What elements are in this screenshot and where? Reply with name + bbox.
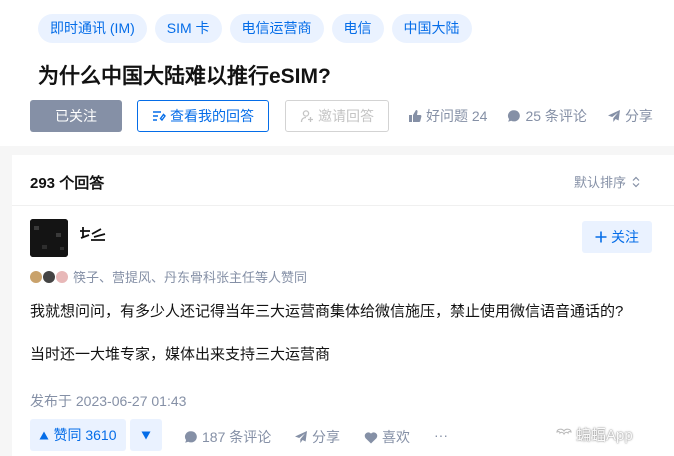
question-header: 即时通讯 (IM) SIM 卡 电信运营商 电信 中国大陆 为什么中国大陆难以推… bbox=[0, 0, 674, 146]
view-my-answer-label: 查看我的回答 bbox=[170, 108, 254, 124]
voters-text: 筷子、营提风、丹东骨科张主任等人赞同 bbox=[73, 270, 308, 285]
voter-avatars bbox=[30, 270, 68, 283]
invite-answer-button[interactable]: 邀请回答 bbox=[285, 100, 389, 132]
question-comments-label: 25 条评论 bbox=[525, 108, 587, 124]
view-my-answer-button[interactable]: 查看我的回答 bbox=[137, 100, 269, 132]
invite-answer-label: 邀请回答 bbox=[318, 108, 374, 124]
triangle-up-icon bbox=[39, 431, 49, 439]
like-button[interactable]: 喜欢 bbox=[364, 427, 410, 447]
topic-tag[interactable]: SIM 卡 bbox=[154, 14, 222, 43]
follow-author-button[interactable]: 关注 bbox=[582, 221, 652, 253]
triangle-down-icon bbox=[141, 431, 151, 439]
answer-more-button[interactable]: ··· bbox=[434, 427, 448, 443]
watermark-logo-icon bbox=[556, 428, 572, 435]
question-actions: 已关注 查看我的回答 邀请回答 好问题 24 25 条评论 分享 · bbox=[30, 100, 674, 132]
sort-dropdown[interactable]: 默认排序 bbox=[574, 172, 640, 191]
topic-tag[interactable]: 电信运营商 bbox=[229, 14, 324, 43]
sort-label: 默认排序 bbox=[574, 175, 627, 190]
answer-share-label: 分享 bbox=[312, 429, 340, 445]
topic-tag[interactable]: 即时通讯 (IM) bbox=[38, 14, 147, 43]
topic-tag[interactable]: 电信 bbox=[331, 14, 384, 43]
answer-paragraph: 当时还一大堆专家，媒体出来支持三大运营商 bbox=[30, 346, 331, 363]
edit-list-icon bbox=[153, 111, 166, 122]
sort-toggle-icon bbox=[632, 176, 640, 187]
answer-comments-button[interactable]: 187 条评论 bbox=[184, 427, 271, 447]
voter-avatar bbox=[56, 270, 68, 283]
comment-icon bbox=[184, 431, 197, 443]
good-question-label: 好问题 24 bbox=[426, 108, 488, 124]
voter-avatar bbox=[30, 270, 42, 283]
share-plane-icon bbox=[295, 431, 307, 443]
redacted-avatar-icon bbox=[30, 219, 68, 257]
answer-more-label: ··· bbox=[434, 427, 448, 443]
upvote-label: 赞同 3610 bbox=[53, 427, 117, 443]
avatar[interactable] bbox=[30, 219, 68, 257]
topic-tag[interactable]: 中国大陆 bbox=[391, 14, 472, 43]
answer-count: 293 个回答 bbox=[30, 175, 105, 192]
like-label: 喜欢 bbox=[382, 429, 410, 445]
answer-paragraph: 我就想问问，有多少人还记得当年三大运营商集体给微信施压，禁止使用微信语音通话的? bbox=[30, 303, 624, 320]
answers-list: 293 个回答 默认排序 关注 筷子、营提风、丹东骨科张主任等人赞同 我就想问问… bbox=[12, 155, 674, 456]
author-name-scribble[interactable] bbox=[78, 225, 108, 243]
question-comments-button[interactable]: 25 条评论 bbox=[507, 106, 587, 126]
plus-icon bbox=[595, 231, 607, 243]
add-user-icon bbox=[300, 110, 313, 123]
answer-share-button[interactable]: 分享 bbox=[294, 427, 340, 447]
share-plane-icon bbox=[607, 110, 620, 122]
topic-tags: 即时通讯 (IM) SIM 卡 电信运营商 电信 中国大陆 bbox=[38, 14, 472, 43]
voters-line[interactable]: 筷子、营提风、丹东骨科张主任等人赞同 bbox=[30, 267, 307, 286]
divider bbox=[12, 205, 674, 206]
good-question-button[interactable]: 好问题 24 bbox=[408, 106, 487, 126]
follow-label: 关注 bbox=[611, 229, 639, 245]
upvote-button[interactable]: 赞同 3610 bbox=[30, 419, 126, 451]
followed-button[interactable]: 已关注 bbox=[30, 100, 122, 132]
voter-avatar bbox=[43, 270, 55, 283]
followed-label: 已关注 bbox=[55, 108, 97, 124]
answer-comments-label: 187 条评论 bbox=[202, 429, 272, 445]
watermark-text: 蝙蝠App bbox=[576, 427, 633, 444]
question-share-button[interactable]: 分享 bbox=[607, 106, 653, 126]
thumb-up-icon bbox=[409, 110, 422, 122]
comment-icon bbox=[508, 110, 521, 122]
watermark: 蝙蝠App bbox=[556, 424, 633, 445]
downvote-button[interactable] bbox=[130, 419, 162, 451]
author-signature-icon bbox=[80, 227, 106, 241]
question-share-label: 分享 bbox=[624, 108, 653, 124]
question-title[interactable]: 为什么中国大陆难以推行eSIM? bbox=[38, 60, 331, 90]
heart-icon bbox=[364, 431, 378, 443]
publish-date[interactable]: 发布于 2023-06-27 01:43 bbox=[30, 391, 186, 411]
